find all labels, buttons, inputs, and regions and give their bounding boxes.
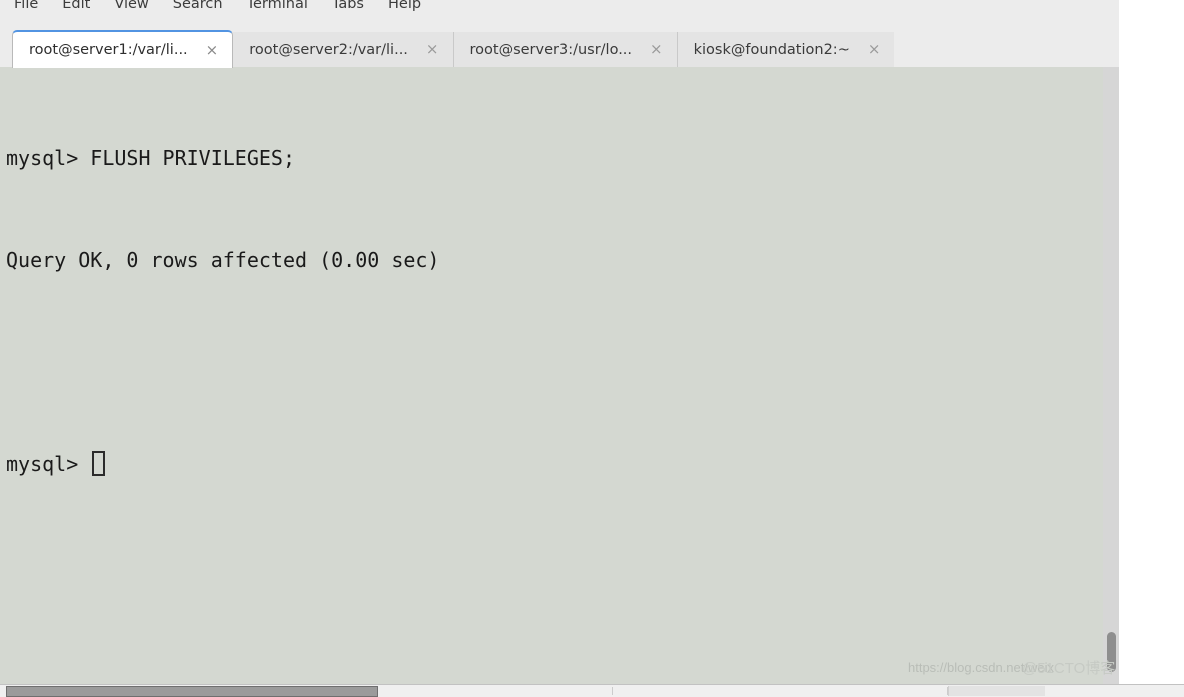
prompt-text: mysql> — [6, 452, 91, 476]
cursor-block-icon — [92, 451, 106, 476]
tab-root-server2[interactable]: root@server2:/var/li... × — [233, 32, 453, 67]
menu-item-edit[interactable]: Edit — [62, 0, 90, 11]
tab-root-server3[interactable]: root@server3:/usr/lo... × — [452, 32, 677, 67]
menu-bar: File Edit View Search Terminal Tabs Help — [0, 0, 1119, 22]
tab-root-server1[interactable]: root@server1:/var/li... × — [12, 30, 234, 68]
menu-item-search[interactable]: Search — [173, 0, 223, 11]
terminal-prompt-line: mysql> — [6, 447, 1096, 481]
tab-bar: root@server1:/var/li... × root@server2:/… — [0, 22, 1119, 68]
tab-kiosk-foundation2[interactable]: kiosk@foundation2:~ × — [676, 32, 895, 67]
close-icon[interactable]: × — [864, 42, 885, 57]
menu-item-tabs[interactable]: Tabs — [332, 0, 364, 11]
close-icon[interactable]: × — [422, 42, 443, 57]
taskbar-tray[interactable] — [948, 686, 1045, 696]
close-icon[interactable]: × — [202, 42, 223, 58]
menu-item-terminal[interactable]: Terminal — [247, 0, 308, 11]
terminal-scrollbar[interactable] — [1103, 67, 1119, 684]
terminal-window: File Edit View Search Terminal Tabs Help… — [0, 0, 1119, 684]
terminal-line: mysql> FLUSH PRIVILEGES; — [6, 146, 295, 170]
tab-label: root@server2:/var/li... — [249, 41, 408, 58]
desktop-taskbar — [0, 684, 1184, 697]
tab-label: root@server3:/usr/lo... — [469, 41, 633, 58]
scrollbar-thumb[interactable] — [1107, 632, 1116, 672]
terminal-output-area[interactable]: mysql> FLUSH PRIVILEGES; Query OK, 0 row… — [0, 67, 1119, 684]
taskbar-spacer — [613, 685, 947, 697]
taskbar-window-item[interactable] — [6, 686, 378, 697]
close-icon[interactable]: × — [646, 42, 667, 57]
terminal-text: mysql> FLUSH PRIVILEGES; Query OK, 0 row… — [6, 73, 1096, 549]
menu-item-help[interactable]: Help — [388, 0, 421, 11]
terminal-line: Query OK, 0 rows affected (0.00 sec) — [6, 248, 440, 272]
taskbar-spacer — [378, 685, 612, 697]
tab-label: kiosk@foundation2:~ — [693, 41, 850, 58]
tab-label: root@server1:/var/li... — [29, 42, 188, 58]
menu-item-view[interactable]: View — [114, 0, 148, 11]
menu-item-file[interactable]: File — [14, 0, 38, 11]
